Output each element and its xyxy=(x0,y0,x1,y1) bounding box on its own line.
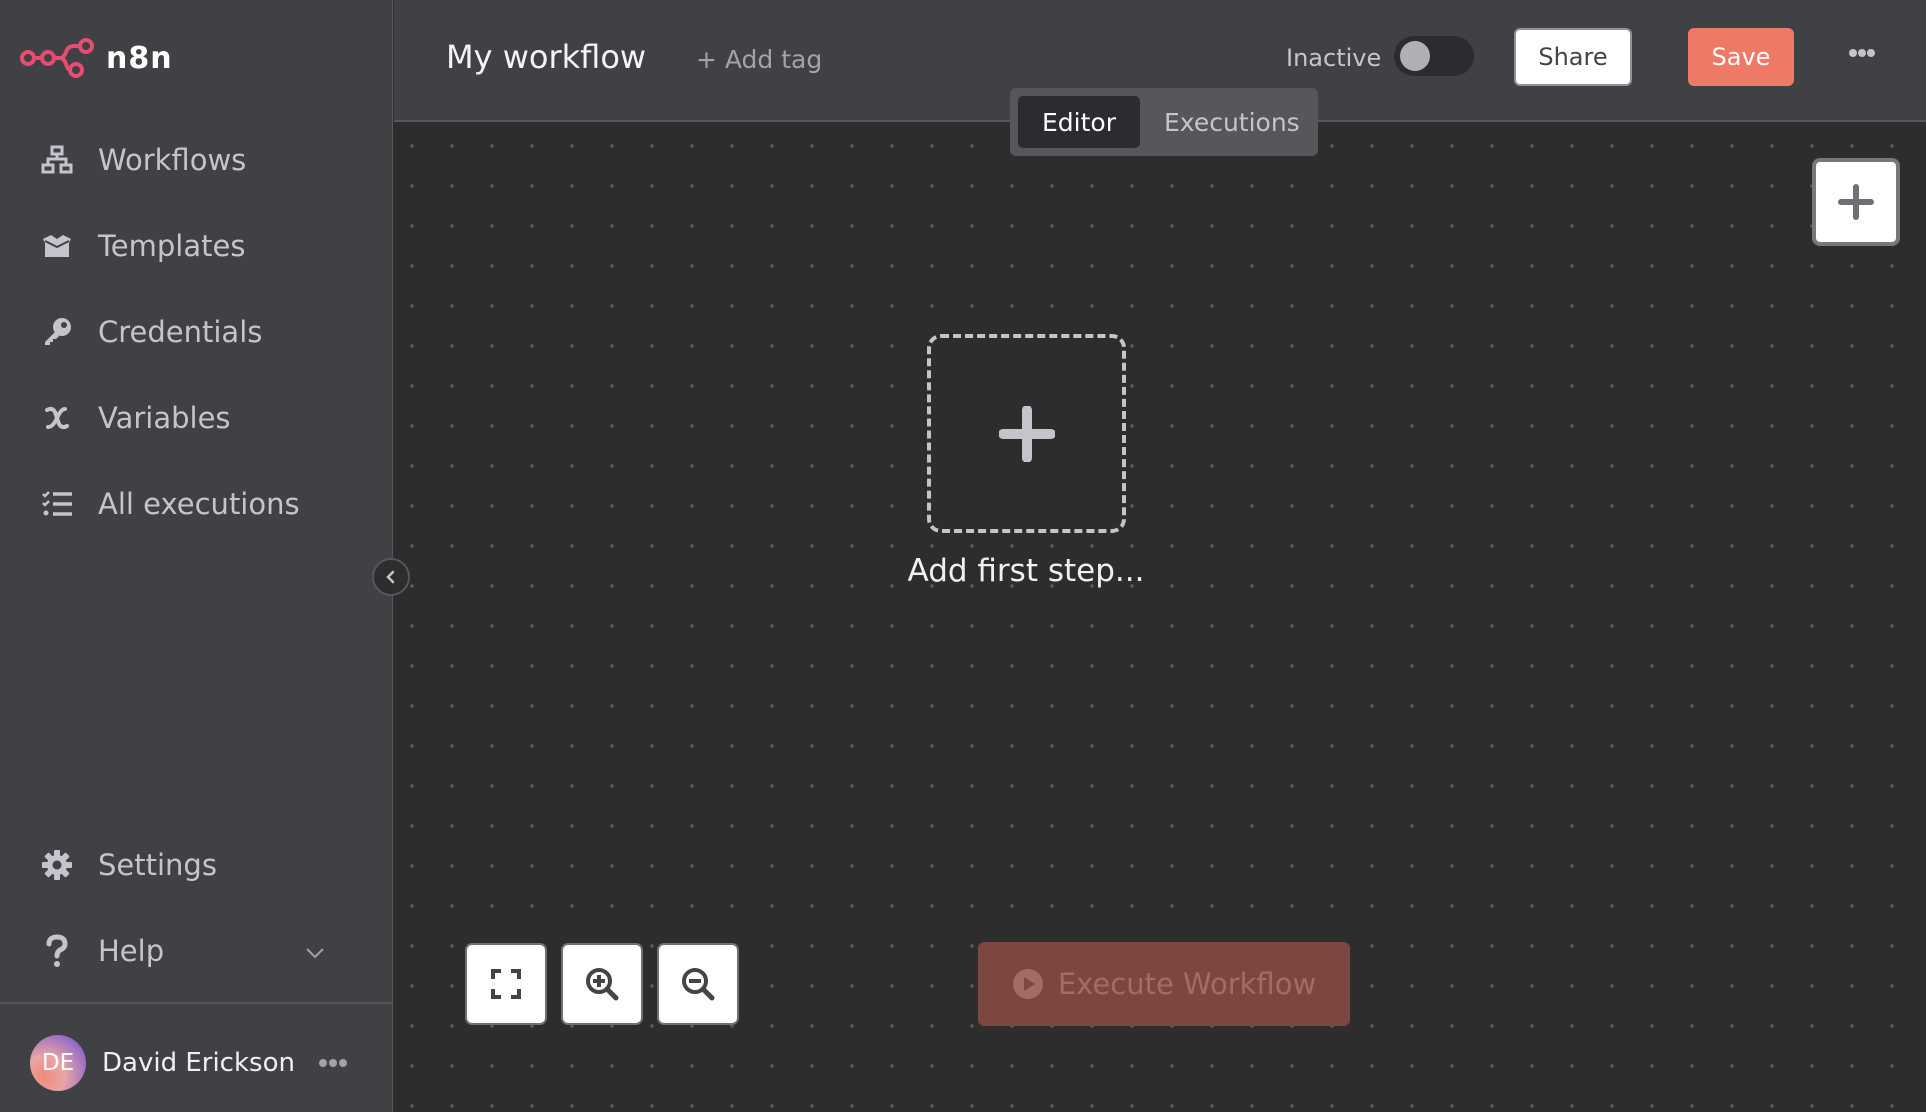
n8n-logo-icon xyxy=(20,38,94,78)
user-profile[interactable]: DE David Erickson xyxy=(30,1035,295,1091)
sidebar-item-templates[interactable]: Templates xyxy=(0,216,392,276)
add-first-step-label: Add first step... xyxy=(907,553,1145,589)
sidebar-item-workflows[interactable]: Workflows xyxy=(0,130,392,190)
gear-icon xyxy=(40,848,74,882)
active-status-label: Inactive xyxy=(1286,44,1382,72)
sidebar-divider xyxy=(0,1002,392,1004)
share-button[interactable]: Share xyxy=(1514,28,1632,86)
tasks-list-icon xyxy=(40,487,74,521)
plus-icon xyxy=(998,405,1055,462)
sidebar-item-label: Credentials xyxy=(98,315,263,349)
execute-workflow-label: Execute Workflow xyxy=(1057,967,1317,1001)
question-icon xyxy=(40,934,74,968)
variable-icon xyxy=(40,401,74,435)
add-first-step-button[interactable] xyxy=(927,334,1126,533)
sidebar-item-label: Variables xyxy=(98,401,231,435)
play-circle-icon xyxy=(1012,969,1043,999)
sidebar-item-credentials[interactable]: Credentials xyxy=(0,302,392,362)
logo-text: n8n xyxy=(106,40,173,76)
tab-executions[interactable]: Executions xyxy=(1140,96,1324,148)
save-button[interactable]: Save xyxy=(1688,28,1794,86)
app: n8n Workflows Templates Credentials Vari… xyxy=(0,0,1926,1112)
zoom-in-button[interactable] xyxy=(561,943,643,1025)
sidebar-item-label: Workflows xyxy=(98,143,247,177)
sidebar-item-all-executions[interactable]: All executions xyxy=(0,474,392,534)
user-name: David Erickson xyxy=(102,1048,295,1078)
zoom-to-fit-button[interactable] xyxy=(465,943,547,1025)
key-icon xyxy=(40,315,74,349)
active-toggle[interactable] xyxy=(1394,36,1474,76)
logo[interactable]: n8n xyxy=(20,38,173,78)
sidebar-item-help[interactable]: Help xyxy=(0,921,392,981)
zoom-out-icon xyxy=(682,968,715,1001)
plus-icon xyxy=(1838,184,1874,220)
sidebar-item-label: Templates xyxy=(98,229,246,263)
toggle-knob xyxy=(1400,41,1430,71)
sidebar-item-variables[interactable]: Variables xyxy=(0,388,392,448)
zoom-out-button[interactable] xyxy=(657,943,739,1025)
sidebar-item-label: Help xyxy=(98,934,165,968)
execute-workflow-button[interactable]: Execute Workflow xyxy=(978,942,1350,1026)
chevron-down-icon[interactable] xyxy=(302,940,328,966)
sidebar-item-label: Settings xyxy=(98,848,217,882)
tab-editor[interactable]: Editor xyxy=(1018,96,1140,148)
view-tabs: Editor Executions xyxy=(1010,88,1318,156)
chevron-left-icon xyxy=(386,570,395,584)
user-menu-more-icon[interactable] xyxy=(318,1056,348,1074)
sidebar-item-label: All executions xyxy=(98,487,300,521)
sidebar: n8n Workflows Templates Credentials Vari… xyxy=(0,0,393,1112)
expand-icon xyxy=(491,969,521,999)
zoom-in-icon xyxy=(586,968,619,1001)
workflows-icon xyxy=(40,143,74,177)
box-open-icon xyxy=(40,229,74,263)
add-tag-button[interactable]: + Add tag xyxy=(696,45,822,74)
workflow-name[interactable]: My workflow xyxy=(446,38,646,76)
collapse-sidebar-button[interactable] xyxy=(372,558,410,596)
add-node-button[interactable] xyxy=(1812,158,1900,246)
avatar: DE xyxy=(30,1035,86,1091)
sidebar-item-settings[interactable]: Settings xyxy=(0,835,392,895)
more-options-icon[interactable] xyxy=(1848,46,1876,64)
